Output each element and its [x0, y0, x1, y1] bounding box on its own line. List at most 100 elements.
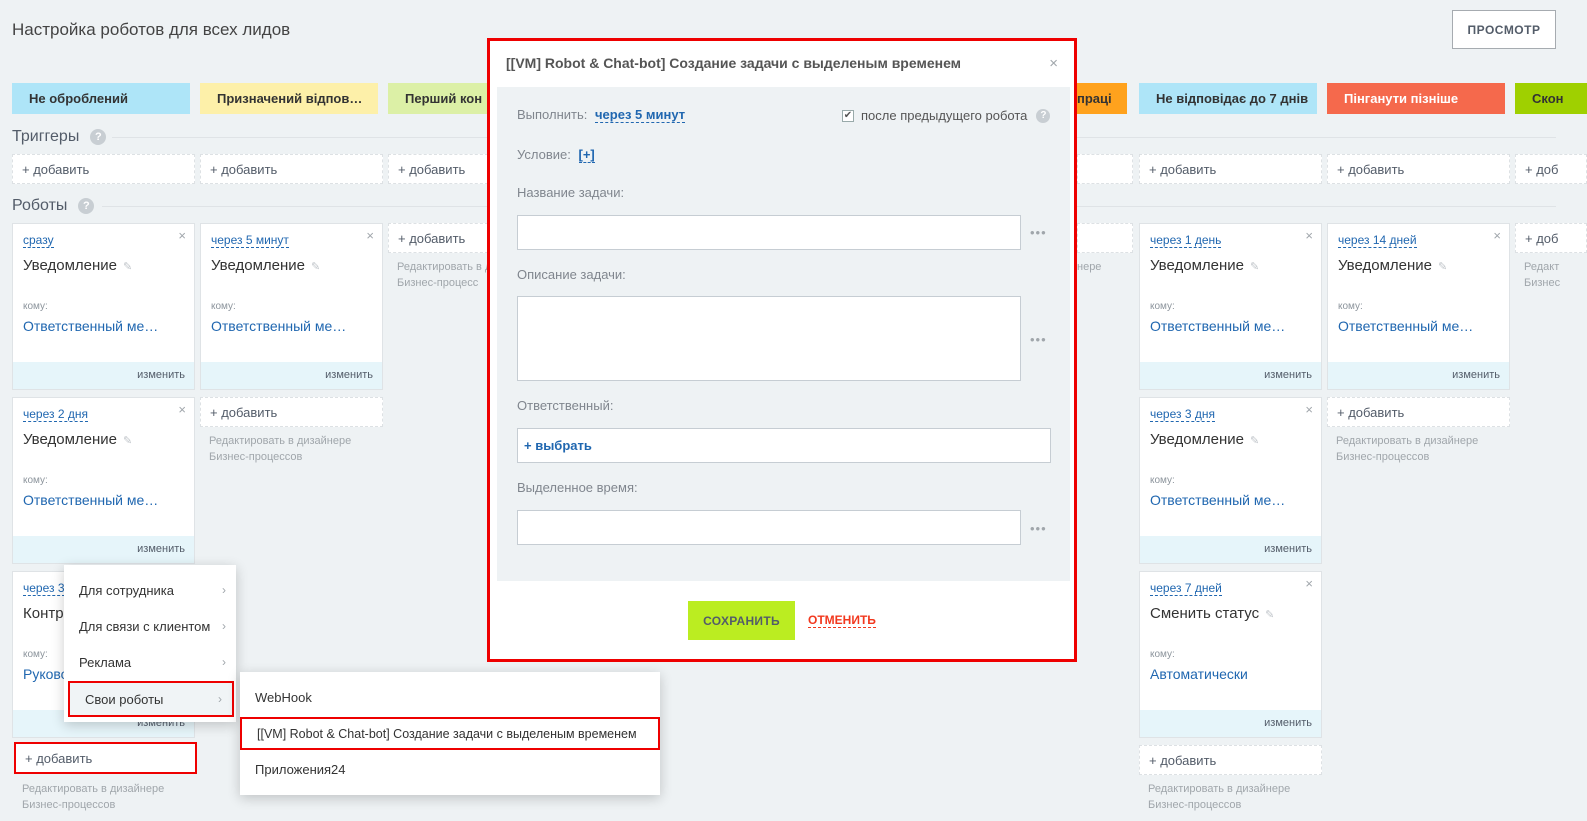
- pencil-icon[interactable]: ✎: [1265, 609, 1274, 621]
- robot-card[interactable]: через 1 день × Уведомление ✎ кому: Ответс…: [1139, 223, 1322, 390]
- robot-delay[interactable]: через 1 день: [1150, 234, 1222, 248]
- help-icon[interactable]: ?: [1036, 108, 1051, 123]
- submenu-item-vm-robot[interactable]: [[VM] Robot & Chat-bot] Создание задачи …: [240, 717, 660, 750]
- add-robot-button[interactable]: + добавить: [388, 223, 488, 253]
- robot-to-label: кому:: [1338, 301, 1363, 312]
- robot-change-button[interactable]: изменить: [1328, 362, 1509, 389]
- add-robot-button[interactable]: + добавить: [200, 397, 383, 427]
- add-robot-button[interactable]: [1077, 223, 1133, 253]
- robot-delay[interactable]: через 7 дней: [1150, 582, 1222, 596]
- robot-card[interactable]: через 5 минут × Уведомление ✎ кому: Ответ…: [200, 223, 383, 390]
- add-trigger-button[interactable]: + добавить: [12, 154, 195, 184]
- add-trigger-button[interactable]: + доб: [1515, 154, 1587, 184]
- more-dots-icon[interactable]: •••: [1030, 332, 1047, 347]
- stage-tab[interactable]: Пінганути пізніше: [1327, 83, 1505, 114]
- pencil-icon[interactable]: ✎: [1438, 261, 1447, 273]
- close-icon[interactable]: ×: [366, 228, 374, 243]
- robot-delay[interactable]: через 3: [23, 582, 65, 596]
- robot-card[interactable]: через 3 дня × Уведомление ✎ кому: Ответст…: [1139, 397, 1322, 564]
- robot-to-value[interactable]: Ответственный ме…: [23, 318, 158, 334]
- pencil-icon[interactable]: ✎: [1250, 261, 1259, 273]
- close-icon[interactable]: ×: [1049, 55, 1058, 72]
- designer-hint[interactable]: Редактировать в дизайнере Бизнес-процессо…: [22, 781, 164, 813]
- close-icon[interactable]: ×: [1305, 402, 1313, 417]
- responsible-selector[interactable]: + выбрать: [517, 428, 1051, 463]
- designer-hint[interactable]: Редактировать в дизайнере Бизнес-процессо…: [1148, 781, 1290, 813]
- robot-to-value[interactable]: Ответственный ме…: [1150, 318, 1285, 334]
- add-trigger-button[interactable]: + добавить: [1327, 154, 1510, 184]
- robot-to-value[interactable]: Ответственный ме…: [1150, 492, 1285, 508]
- stage-tab[interactable]: Скон: [1515, 83, 1587, 114]
- add-trigger-button[interactable]: + добавить: [1139, 154, 1322, 184]
- robot-delay[interactable]: через 14 дней: [1338, 234, 1417, 248]
- page-title: Настройка роботов для всех лидов: [12, 20, 291, 39]
- robot-to-value[interactable]: Автоматически: [1150, 666, 1248, 682]
- close-icon[interactable]: ×: [1305, 576, 1313, 591]
- add-robot-button[interactable]: + доб: [1515, 223, 1587, 253]
- robot-change-button[interactable]: изменить: [1140, 710, 1321, 737]
- add-trigger-button[interactable]: [1077, 154, 1133, 184]
- menu-item-employee[interactable]: Для сотрудника ›: [64, 572, 236, 608]
- robot-change-button[interactable]: изменить: [201, 362, 382, 389]
- robot-delay[interactable]: через 2 дня: [23, 408, 88, 422]
- robot-delay[interactable]: сразу: [23, 234, 54, 248]
- menu-item-own-robots[interactable]: Свои роботы ›: [68, 681, 234, 717]
- menu-item-client[interactable]: Для связи с клиентом ›: [64, 608, 236, 644]
- help-icon[interactable]: ?: [90, 129, 107, 145]
- execute-delay-link[interactable]: через 5 минут: [595, 107, 686, 123]
- save-button[interactable]: СОХРАНИТЬ: [688, 601, 795, 640]
- robot-delay[interactable]: через 5 минут: [211, 234, 289, 248]
- close-icon[interactable]: ×: [178, 228, 186, 243]
- stage-tab[interactable]: праці: [1077, 83, 1127, 114]
- designer-hint[interactable]: нере: [1077, 259, 1101, 275]
- after-previous-checkbox[interactable]: ✔: [842, 109, 854, 122]
- add-robot-button[interactable]: + добавить: [1139, 745, 1322, 775]
- robot-card[interactable]: через 2 дня × Уведомление ✎ кому: Ответст…: [12, 397, 195, 564]
- add-trigger-button[interactable]: + добавить: [200, 154, 383, 184]
- close-icon[interactable]: ×: [1305, 228, 1313, 243]
- robot-change-button[interactable]: изменить: [13, 362, 194, 389]
- select-responsible-link[interactable]: + выбрать: [524, 438, 592, 453]
- robot-title: Уведомление ✎: [23, 257, 133, 274]
- close-icon[interactable]: ×: [178, 402, 186, 417]
- robot-card[interactable]: через 14 дней × Уведомление ✎ кому: Ответ…: [1327, 223, 1510, 390]
- designer-hint[interactable]: Редактировать в дизайнере Бизнес-процессо…: [209, 433, 351, 465]
- robot-delay[interactable]: через 3 дня: [1150, 408, 1215, 422]
- submenu-item-apps24[interactable]: Приложения24: [240, 751, 660, 787]
- stage-tab[interactable]: Не відповідає до 7 днів: [1139, 83, 1317, 114]
- robot-to-value[interactable]: Ответственный ме…: [1338, 318, 1473, 334]
- task-description-textarea[interactable]: [517, 296, 1021, 381]
- preview-button[interactable]: ПРОСМОТР: [1452, 10, 1556, 49]
- robot-change-button[interactable]: изменить: [1140, 536, 1321, 563]
- designer-hint[interactable]: Редактировать в д Бизнес-процесс: [397, 259, 491, 291]
- robot-card[interactable]: сразу × Уведомление ✎ кому: Ответственный…: [12, 223, 195, 390]
- allocated-time-input[interactable]: [517, 510, 1021, 545]
- robot-to-value[interactable]: Руково: [23, 666, 68, 682]
- add-condition-link[interactable]: [+]: [578, 147, 595, 163]
- robot-card[interactable]: через 7 дней × Сменить статус ✎ кому: Авт…: [1139, 571, 1322, 738]
- designer-hint[interactable]: Редактировать в дизайнере Бизнес-процессо…: [1336, 433, 1478, 465]
- add-robot-button[interactable]: + добавить: [14, 742, 197, 774]
- more-dots-icon[interactable]: •••: [1030, 521, 1047, 536]
- task-name-input[interactable]: [517, 215, 1021, 250]
- more-dots-icon[interactable]: •••: [1030, 225, 1047, 240]
- pencil-icon[interactable]: ✎: [123, 261, 132, 273]
- robot-to-value[interactable]: Ответственный ме…: [211, 318, 346, 334]
- cancel-button[interactable]: ОТМЕНИТЬ: [808, 614, 876, 628]
- robot-to-value[interactable]: Ответственный ме…: [23, 492, 158, 508]
- robot-change-button[interactable]: изменить: [13, 536, 194, 563]
- help-icon[interactable]: ?: [78, 198, 95, 214]
- pencil-icon[interactable]: ✎: [1250, 435, 1259, 447]
- stage-tab[interactable]: Призначений відпов…: [200, 83, 378, 114]
- add-trigger-button[interactable]: + добавить: [388, 154, 488, 184]
- close-icon[interactable]: ×: [1493, 228, 1501, 243]
- submenu-item-webhook[interactable]: WebHook: [240, 679, 660, 715]
- stage-tab[interactable]: Не оброблений: [12, 83, 190, 114]
- robot-change-button[interactable]: изменить: [1140, 362, 1321, 389]
- stage-tab[interactable]: Перший кон: [388, 83, 488, 114]
- menu-item-ads[interactable]: Реклама ›: [64, 644, 236, 680]
- designer-hint[interactable]: Редакт Бизнес: [1524, 259, 1560, 291]
- pencil-icon[interactable]: ✎: [311, 261, 320, 273]
- pencil-icon[interactable]: ✎: [123, 435, 132, 447]
- add-robot-button[interactable]: + добавить: [1327, 397, 1510, 427]
